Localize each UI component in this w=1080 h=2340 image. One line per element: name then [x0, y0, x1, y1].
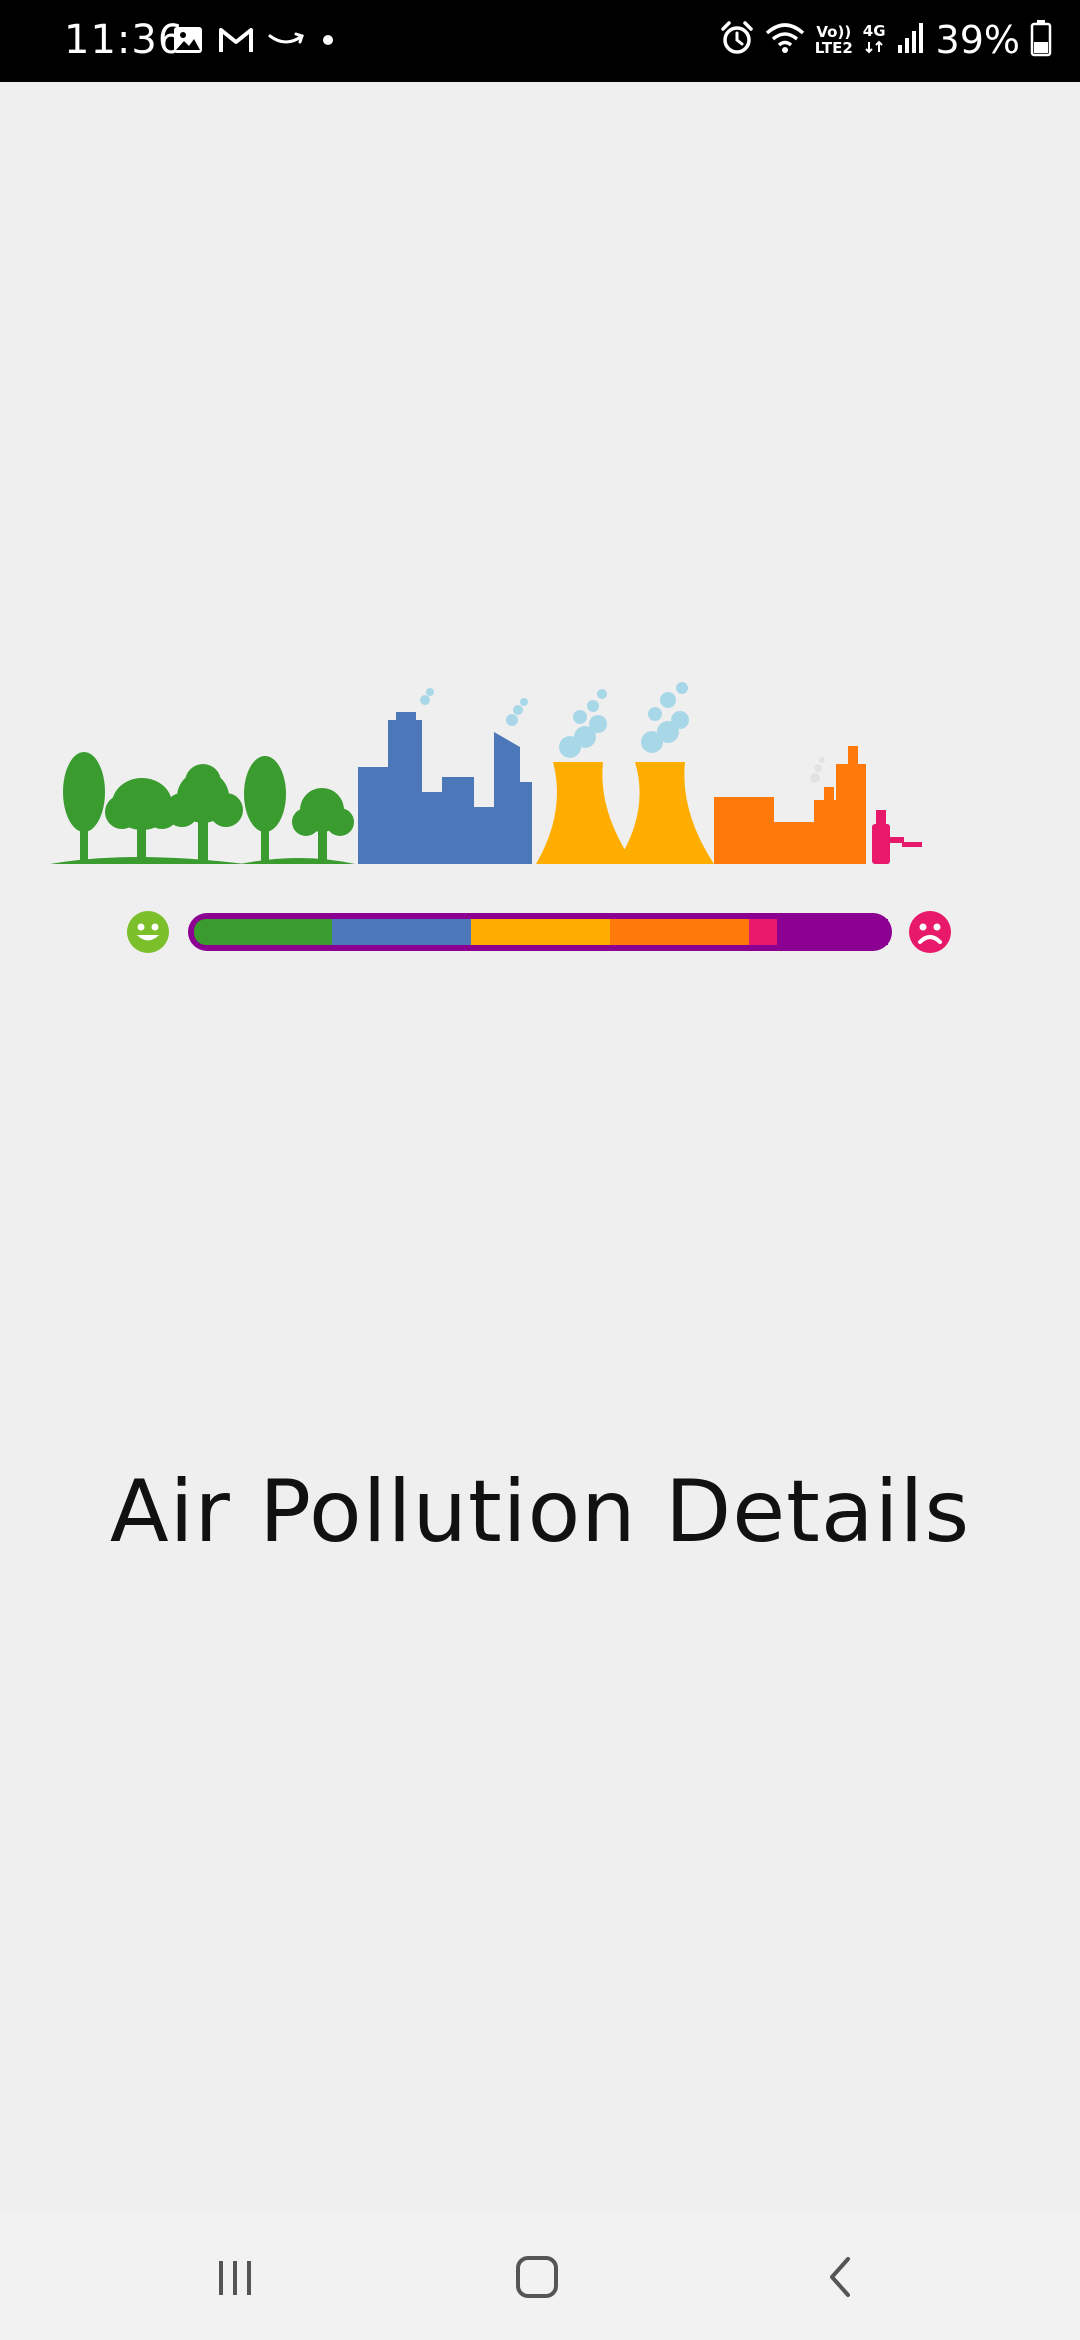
factory-illustration: [714, 746, 866, 864]
amazon-icon: [268, 28, 304, 56]
scale-segment-moderate: [332, 919, 471, 945]
trees-illustration: [50, 752, 355, 864]
factory-smoke-illustration: [810, 757, 825, 783]
gallery-icon: [172, 24, 204, 60]
home-icon: [516, 2256, 558, 2298]
back-icon: [830, 2257, 850, 2297]
lte-label: LTE2: [814, 39, 853, 57]
navigation-bar: [0, 2212, 1080, 2340]
scale-segments: [194, 919, 888, 945]
status-system-icons: Vo)) LTE2 4G 39%: [719, 14, 1052, 66]
status-time: 11:36: [64, 17, 185, 63]
volte-icon: Vo)) LTE2: [815, 24, 853, 56]
city-buildings-illustration: [358, 712, 532, 864]
home-button[interactable]: [492, 2242, 582, 2312]
main-content: Air Pollution Details: [0, 82, 1080, 2212]
pollution-scale: [127, 911, 951, 953]
sad-face-icon: [909, 911, 951, 953]
gmail-icon: [218, 25, 254, 59]
wifi-icon: [765, 21, 805, 59]
battery-icon: [1030, 19, 1052, 61]
city-smoke-illustration: [420, 688, 528, 726]
recent-apps-icon: [219, 2261, 251, 2295]
recent-apps-button[interactable]: [190, 2242, 280, 2312]
alarm-icon: [719, 20, 755, 60]
back-button[interactable]: [795, 2242, 885, 2312]
tower-steam-illustration: [559, 682, 689, 758]
scale-segment-unhealthy-sensitive: [471, 919, 610, 945]
status-notification-icons: [172, 20, 338, 64]
scale-segment-very-unhealthy: [749, 919, 777, 945]
status-bar: 11:36 Vo)) LTE2 4G 39%: [0, 0, 1080, 82]
signal-icon: [896, 21, 926, 59]
volte-label: Vo)): [816, 23, 852, 41]
dot-icon: [318, 30, 338, 54]
scale-segment-hazardous: [777, 919, 888, 945]
battery-percent: 39%: [935, 18, 1020, 62]
page-title: Air Pollution Details: [109, 1462, 971, 1562]
cooling-towers-illustration: [536, 762, 714, 864]
scale-segment-good-fill: [216, 919, 332, 945]
chemical-bottle-illustration: [872, 810, 922, 864]
network-label: 4G: [862, 21, 886, 40]
pollution-illustration: [50, 682, 922, 864]
scale-segment-unhealthy: [610, 919, 749, 945]
network-4g-icon: 4G: [863, 23, 886, 58]
smiley-face-icon: [127, 911, 169, 953]
